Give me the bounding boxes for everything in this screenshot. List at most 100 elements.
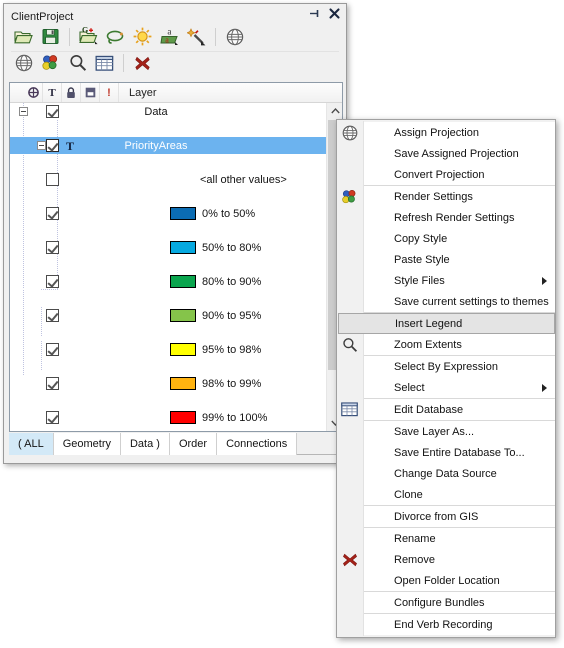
menu-item-label: Rename [394, 532, 436, 545]
menu-item-render-settings[interactable]: Render Settings [342, 186, 555, 207]
scroll-up-icon[interactable] [327, 103, 342, 119]
menu-item-zoom-extents[interactable]: Zoom Extents [342, 334, 555, 355]
open-folder-button[interactable] [11, 25, 36, 48]
menu-item-paste-style[interactable]: Paste Style [364, 249, 555, 270]
tree-row-label: Data [144, 105, 168, 118]
tree-guide [23, 103, 24, 288]
visibility-checkbox[interactable] [46, 343, 59, 356]
visibility-checkbox[interactable] [46, 309, 59, 322]
lasso-select-button[interactable] [103, 25, 128, 48]
auto-hide-pin-icon[interactable] [308, 7, 321, 20]
color-swatch [170, 411, 196, 424]
menu-item-change-data-source[interactable]: Change Data Source [364, 463, 555, 484]
label-text-button[interactable]: a a [157, 25, 182, 48]
tree-row-class[interactable]: 95% to 98% [10, 341, 342, 358]
database-column-header[interactable] [81, 83, 100, 102]
tree-row-label: 99% to 100% [202, 411, 268, 424]
label-column-header[interactable]: T [43, 83, 62, 102]
menu-item-clone[interactable]: Clone [364, 484, 555, 505]
menu-item-save-entire-database-to[interactable]: Save Entire Database To... [364, 442, 555, 463]
menu-item-style-files[interactable]: Style Files [364, 270, 555, 291]
alert-column-header[interactable]: ! [100, 83, 119, 102]
tab-geometry[interactable]: Geometry [53, 433, 121, 455]
menu-item-select-by-expression[interactable]: Select By Expression [364, 356, 555, 377]
tree-row-class[interactable]: 50% to 80% [10, 239, 342, 256]
menu-item-label: End Verb Recording [394, 618, 493, 631]
tab-label: ( ALL [18, 438, 44, 450]
magic-wand-button[interactable] [184, 25, 209, 48]
menu-item-label: Configure Bundles [394, 596, 485, 609]
remove-button[interactable] [130, 52, 155, 75]
tree-row-class[interactable]: 0% to 50% [10, 205, 342, 222]
zoom-button[interactable] [65, 52, 90, 75]
menu-item-insert-legend[interactable]: Insert Legend [338, 313, 555, 334]
tree-column-headers: T ! Layer [10, 83, 342, 103]
menu-item-divorce-from-gis[interactable]: Divorce from GIS [364, 506, 555, 527]
menu-item-assign-projection[interactable]: Assign Projection [342, 122, 555, 143]
visibility-checkbox[interactable] [46, 173, 59, 186]
tree-rows: Data T PriorityAreas <all other values> [10, 103, 342, 431]
tab-order[interactable]: Order [169, 433, 218, 455]
tree-row-data[interactable]: Data [10, 103, 342, 120]
close-icon[interactable] [328, 7, 341, 20]
visibility-checkbox[interactable] [46, 241, 59, 254]
visibility-column-header[interactable] [24, 83, 43, 102]
render-sun-button[interactable] [130, 25, 155, 48]
menu-item-edit-database[interactable]: Edit Database [341, 399, 555, 420]
tree-row-class[interactable]: <all other values> [10, 171, 342, 188]
menu-item-remove[interactable]: Remove [342, 549, 555, 570]
menu-item-label: Zoom Extents [394, 338, 462, 351]
visibility-checkbox[interactable] [46, 411, 59, 424]
lock-column-header[interactable] [62, 83, 81, 102]
visibility-checkbox[interactable] [46, 207, 59, 220]
visibility-checkbox[interactable] [46, 377, 59, 390]
tree-row-label: <all other values> [200, 173, 287, 186]
tree-row-class[interactable]: 98% to 99% [10, 375, 342, 392]
label-column-glyph: T [48, 86, 56, 99]
menu-item-label: Insert Legend [395, 317, 463, 330]
tab-connections[interactable]: Connections [217, 433, 298, 455]
tab-label: Geometry [62, 438, 111, 450]
add-gis-layer-button[interactable]: G [76, 25, 101, 48]
menu-item-save-layer-as[interactable]: Save Layer As... [364, 421, 555, 442]
visibility-checkbox[interactable] [46, 275, 59, 288]
toolbar-separator [215, 27, 216, 46]
tab-label: Order [178, 438, 208, 450]
submenu-arrow-icon [542, 384, 547, 392]
layer-tree[interactable]: T ! Layer Data T PriorityAreas <all othe… [9, 82, 343, 432]
menu-item-copy-style[interactable]: Copy Style [364, 228, 555, 249]
menu-item-configure-bundles[interactable]: Configure Bundles [364, 592, 555, 613]
tab-all[interactable]: ( ALL [9, 433, 54, 455]
menu-item-save-current-settings-to-themes[interactable]: Save current settings to themes [364, 291, 555, 312]
submenu-arrow-icon [542, 277, 547, 285]
menu-item-label: Style Files [394, 274, 445, 287]
globe-button[interactable] [222, 25, 247, 48]
globe-button-2[interactable] [11, 52, 36, 75]
menu-item-rename[interactable]: Rename [364, 528, 555, 549]
menu-item-label: Save Assigned Projection [394, 147, 519, 160]
color-swatch [170, 275, 196, 288]
menu-item-open-folder-location[interactable]: Open Folder Location [364, 570, 555, 591]
layer-column-header[interactable]: Layer [119, 83, 309, 102]
tab-data[interactable]: Data ) [120, 433, 170, 455]
tree-row-class[interactable]: 80% to 90% [10, 273, 342, 290]
color-swatch [170, 377, 196, 390]
table-icon [341, 401, 358, 418]
menu-item-end-verb-recording[interactable]: End Verb Recording [364, 614, 555, 635]
menu-item-select[interactable]: Select [364, 377, 555, 398]
layer-context-menu: Assign Projection Save Assigned Projecti… [336, 119, 556, 638]
view-toolbar [4, 50, 346, 76]
tree-row-label: 98% to 99% [202, 377, 262, 390]
toolbar-separator [69, 27, 70, 46]
tree-row-class[interactable]: 99% to 100% [10, 409, 342, 426]
render-settings-button[interactable] [38, 52, 63, 75]
save-disk-button[interactable] [38, 25, 63, 48]
menu-item-refresh-render-settings[interactable]: Refresh Render Settings [364, 207, 555, 228]
menu-item-convert-projection[interactable]: Convert Projection [364, 164, 555, 185]
color-swatch [170, 241, 196, 254]
menu-item-label: Save Layer As... [394, 425, 475, 438]
tree-row-class[interactable]: 90% to 95% [10, 307, 342, 324]
table-button[interactable] [92, 52, 117, 75]
menu-item-save-assigned-projection[interactable]: Save Assigned Projection [364, 143, 555, 164]
tree-row-priorityareas[interactable]: T PriorityAreas [10, 137, 342, 154]
